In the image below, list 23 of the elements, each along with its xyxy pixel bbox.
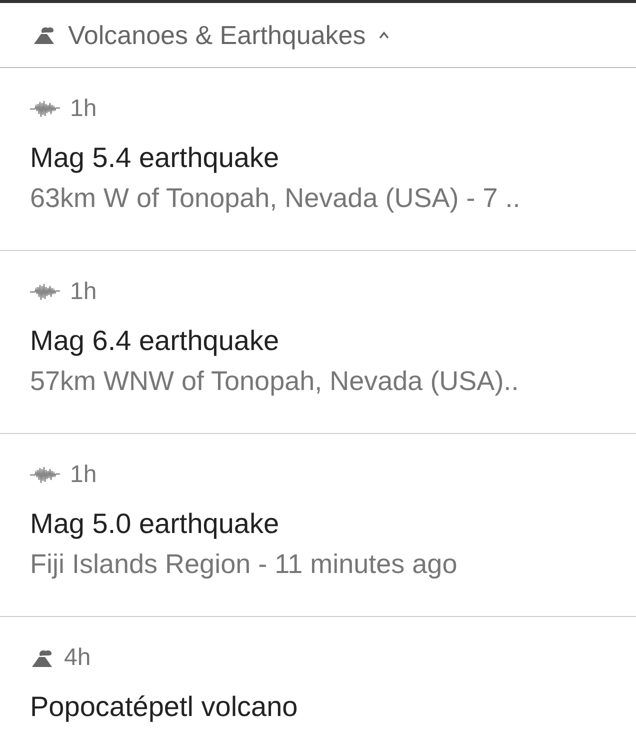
item-title: Mag 5.4 earthquake: [30, 141, 280, 175]
seismograph-icon: [30, 282, 60, 302]
item-subtitle: 63km W of Tonopah, Nevada (USA) - 7 ..: [30, 182, 522, 215]
notification-item[interactable]: 1h Mag 6.4 earthquake 57km WNW of Tonopah, Nevada (USA)..: [0, 251, 636, 434]
volcano-icon: [32, 25, 56, 45]
time-label: 1h: [70, 461, 97, 489]
seismograph-icon: [30, 99, 60, 119]
time-label: 1h: [70, 278, 97, 306]
notification-item[interactable]: 1h Mag 5.4 earthquake 63km W of Tonopah, Nevada (USA) - 7 ..: [0, 68, 636, 251]
time-label: 4h: [64, 644, 91, 672]
volcano-icon: [30, 648, 54, 668]
item-title: Mag 5.0 earthquake: [30, 507, 280, 541]
notification-item[interactable]: 4h Popocatépetl volcano: [0, 617, 636, 750]
time-label: 1h: [70, 95, 97, 123]
seismograph-icon: [30, 465, 60, 485]
item-subtitle: 57km WNW of Tonopah, Nevada (USA)..: [30, 365, 520, 398]
caret-icon[interactable]: [378, 31, 390, 39]
section-header[interactable]: Volcanoes & Earthquakes: [0, 3, 636, 68]
item-title: Mag 6.4 earthquake: [30, 324, 280, 358]
item-title: Popocatépetl volcano: [30, 690, 299, 724]
notification-item[interactable]: 1h Mag 5.0 earthquake Fiji Islands Region - 11 minutes ago: [0, 434, 636, 617]
section-title: Volcanoes & Earthquakes: [68, 20, 366, 50]
item-subtitle: Fiji Islands Region - 11 minutes ago: [30, 548, 458, 581]
